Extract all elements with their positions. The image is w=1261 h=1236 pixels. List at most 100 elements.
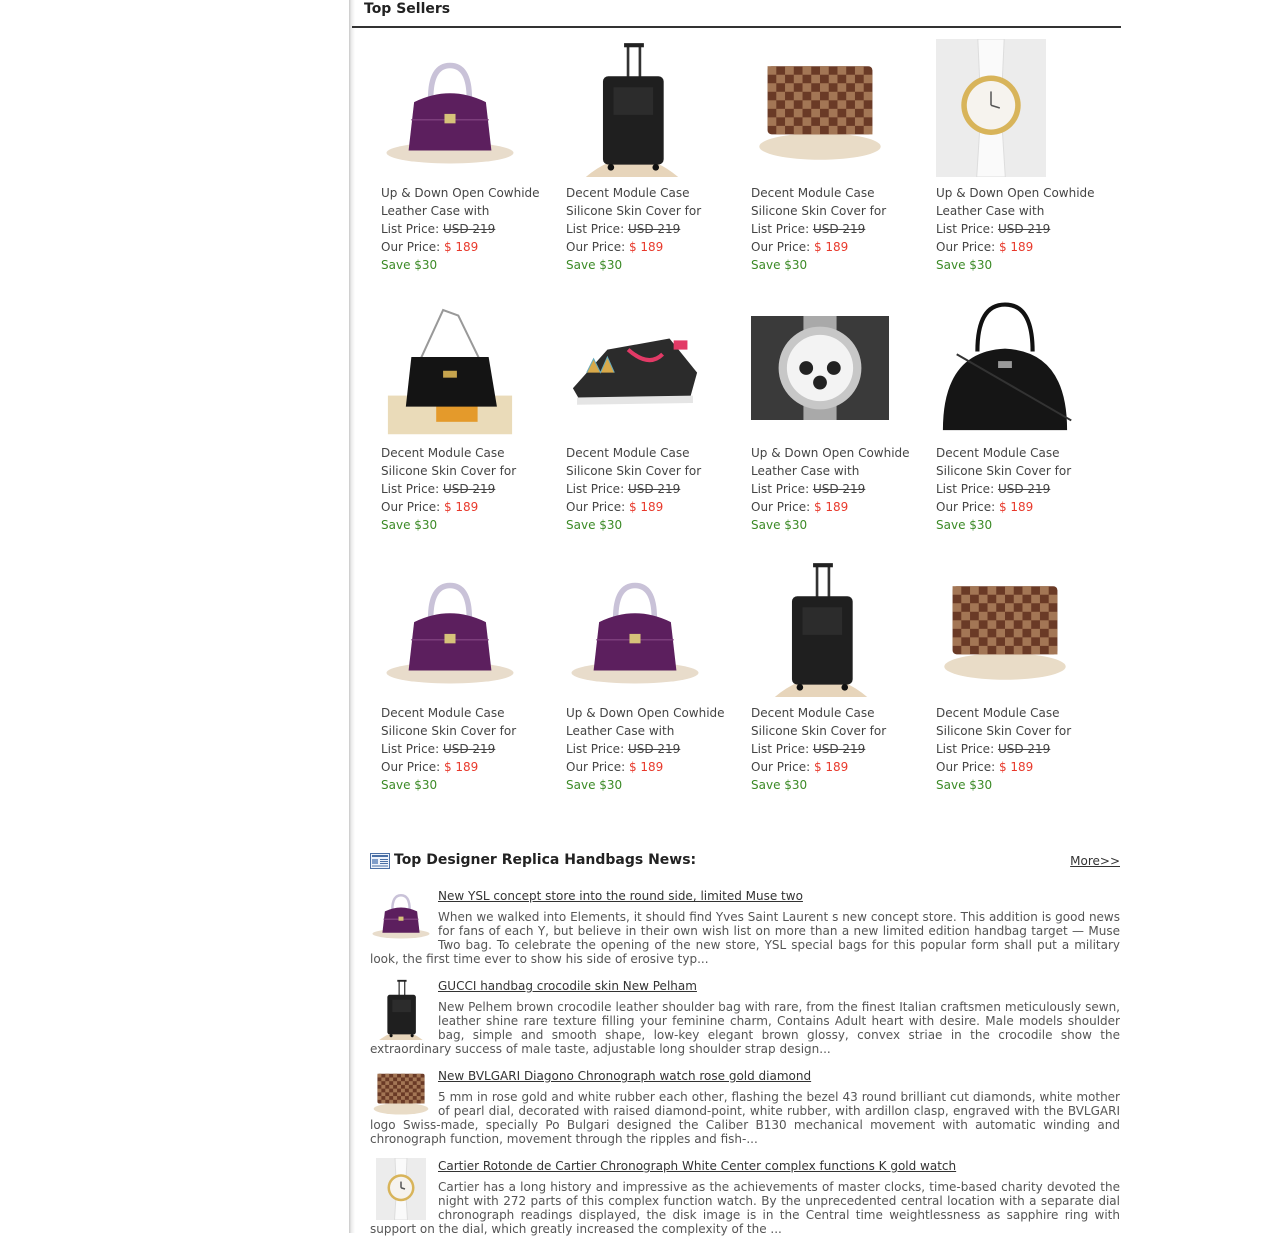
product-name-link[interactable]: Decent Module Case Silicone Skin Cover f… [751,704,919,740]
product-name[interactable]: Decent Module Case Silicone Skin Cover f… [381,704,549,740]
product-name-link[interactable]: Decent Module Case Silicone Skin Cover f… [566,184,734,220]
product-image[interactable] [936,573,1074,683]
product-name[interactable]: Decent Module Case Silicone Skin Cover f… [936,704,1104,740]
product-image-box[interactable] [751,38,919,178]
product-card[interactable]: Up & Down Open Cowhide Leather Case with… [566,558,734,794]
product-image-box[interactable] [936,558,1104,698]
product-card[interactable]: Decent Module Case Silicone Skin Cover f… [936,558,1104,794]
product-name[interactable]: Decent Module Case Silicone Skin Cover f… [566,184,734,220]
product-image-box[interactable] [381,558,549,698]
news-item-title[interactable]: New YSL concept store into the round sid… [370,888,1120,904]
product-name-link[interactable]: Decent Module Case Silicone Skin Cover f… [936,704,1104,740]
save-amount: Save $30 [381,258,438,272]
product-image-box[interactable] [381,38,549,178]
product-name-link[interactable]: Decent Module Case Silicone Skin Cover f… [381,444,549,480]
news-image[interactable] [370,888,432,940]
our-price-line: Our Price: $ 189 [751,498,919,516]
news-thumbnail[interactable] [370,1068,432,1116]
product-image-box[interactable] [936,298,1104,438]
news-item-text: When we walked into Elements, it should … [370,910,1120,966]
list-price-label: List Price: [751,482,810,496]
product-name[interactable]: Decent Module Case Silicone Skin Cover f… [751,184,919,220]
product-image[interactable] [381,569,519,687]
product-card[interactable]: Up & Down Open Cowhide Leather Case with… [936,38,1104,274]
save-amount: Save $30 [936,518,993,532]
product-card[interactable]: Decent Module Case Silicone Skin Cover f… [751,558,919,794]
product-image[interactable] [566,39,698,177]
product-name-link[interactable]: Up & Down Open Cowhide Leather Case with… [566,704,734,740]
news-item: Cartier Rotonde de Cartier Chronograph W… [370,1158,1120,1236]
product-card[interactable]: Decent Module Case Silicone Skin Cover f… [566,298,734,534]
product-image-box[interactable] [751,558,919,698]
news-thumbnail[interactable] [370,1158,432,1220]
our-price-line: Our Price: $ 189 [566,498,734,516]
our-price-line: Our Price: $ 189 [751,758,919,776]
product-image[interactable] [936,299,1074,437]
product-card[interactable]: Decent Module Case Silicone Skin Cover f… [566,38,734,274]
news-item-title[interactable]: GUCCI handbag crocodile skin New Pelham [370,978,1120,994]
our-price-label: Our Price: [936,240,996,254]
product-name-link[interactable]: Decent Module Case Silicone Skin Cover f… [936,444,1104,480]
news-list: New YSL concept store into the round sid… [370,888,1120,1236]
product-image-box[interactable] [381,298,549,438]
product-image[interactable] [566,322,704,414]
product-image-box[interactable] [566,298,734,438]
product-name[interactable]: Decent Module Case Silicone Skin Cover f… [381,444,549,480]
news-section: Top Designer Replica Handbags News: More… [370,850,1120,1236]
our-price-label: Our Price: [566,240,626,254]
top-sellers-header: Top Sellers [352,0,1121,28]
product-name-link[interactable]: Decent Module Case Silicone Skin Cover f… [751,184,919,220]
product-image[interactable] [566,569,704,687]
product-image[interactable] [381,299,519,437]
product-image-box[interactable] [566,38,734,178]
news-image[interactable] [370,1068,432,1116]
product-name[interactable]: Up & Down Open Cowhide Leather Case with… [566,704,734,740]
our-price-line: Our Price: $ 189 [381,238,549,256]
our-price-label: Our Price: [381,760,441,774]
news-more-link[interactable]: More>> [1070,854,1120,868]
product-image[interactable] [751,53,889,163]
product-image[interactable] [755,559,887,697]
list-price-line: List Price: USD 219 [751,740,919,758]
list-price-line: List Price: USD 219 [936,480,1104,498]
product-card[interactable]: Up & Down Open Cowhide Leather Case with… [751,298,919,534]
our-price-line: Our Price: $ 189 [381,758,549,776]
product-card[interactable]: Decent Module Case Silicone Skin Cover f… [936,298,1104,534]
news-image[interactable] [370,978,432,1040]
product-name[interactable]: Decent Module Case Silicone Skin Cover f… [751,704,919,740]
product-image-box[interactable] [936,38,1104,178]
product-name[interactable]: Up & Down Open Cowhide Leather Case with… [381,184,549,220]
product-name-link[interactable]: Up & Down Open Cowhide Leather Case with… [381,184,549,220]
product-name[interactable]: Up & Down Open Cowhide Leather Case with… [936,184,1104,220]
news-item: New BVLGARI Diagono Chronograph watch ro… [370,1068,1120,1146]
product-image-box[interactable] [751,298,919,438]
our-price-line: Our Price: $ 189 [566,758,734,776]
news-item-title[interactable]: New BVLGARI Diagono Chronograph watch ro… [370,1068,1120,1084]
product-name[interactable]: Decent Module Case Silicone Skin Cover f… [936,444,1104,480]
news-thumbnail[interactable] [370,888,432,940]
save-amount: Save $30 [566,258,623,272]
product-name-link[interactable]: Decent Module Case Silicone Skin Cover f… [566,444,734,480]
product-card[interactable]: Decent Module Case Silicone Skin Cover f… [381,298,549,534]
product-name-link[interactable]: Up & Down Open Cowhide Leather Case with… [936,184,1104,220]
news-image[interactable] [376,1158,426,1220]
news-item-title[interactable]: Cartier Rotonde de Cartier Chronograph W… [370,1158,1120,1174]
product-image[interactable] [936,39,1046,177]
save-amount: Save $30 [381,778,438,792]
product-card[interactable]: Decent Module Case Silicone Skin Cover f… [381,558,549,794]
product-name[interactable]: Up & Down Open Cowhide Leather Case with… [751,444,919,480]
list-price: USD 219 [627,742,681,756]
news-header: Top Designer Replica Handbags News: More… [370,850,1120,876]
product-image[interactable] [751,316,889,420]
list-price-label: List Price: [381,482,440,496]
product-image-box[interactable] [566,558,734,698]
product-name-link[interactable]: Up & Down Open Cowhide Leather Case with… [751,444,919,480]
product-name-link[interactable]: Decent Module Case Silicone Skin Cover f… [381,704,549,740]
product-name[interactable]: Decent Module Case Silicone Skin Cover f… [566,444,734,480]
product-card[interactable]: Decent Module Case Silicone Skin Cover f… [751,38,919,274]
product-image[interactable] [381,49,519,167]
product-card[interactable]: Up & Down Open Cowhide Leather Case with… [381,38,549,274]
news-thumbnail[interactable] [370,978,432,1040]
list-price-line: List Price: USD 219 [751,220,919,238]
list-price: USD 219 [627,222,681,236]
